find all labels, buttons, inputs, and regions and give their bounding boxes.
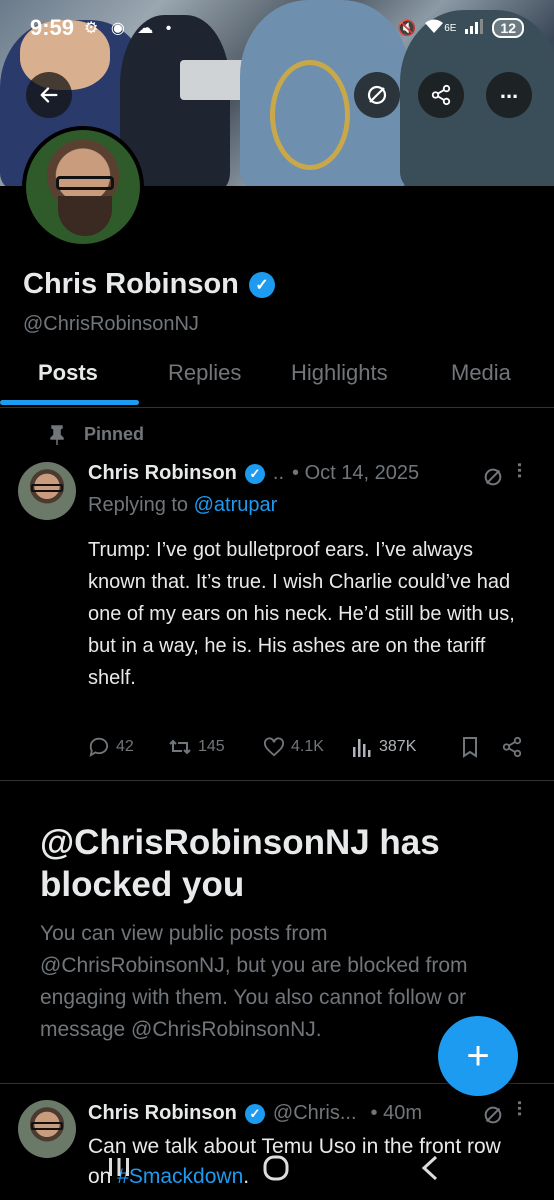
profile-name-text: Chris Robinson xyxy=(23,268,239,300)
tweet-author-name[interactable]: Chris Robinson xyxy=(88,462,237,485)
share-icon xyxy=(502,736,522,758)
tab-media[interactable]: Media xyxy=(451,360,511,386)
grok-icon[interactable] xyxy=(482,1104,504,1131)
replying-to-handle[interactable]: @atrupar xyxy=(194,494,278,516)
profile-name: Chris Robinson ✓ xyxy=(23,268,275,301)
mute-icon: 🔇 xyxy=(397,20,417,37)
verified-badge-icon: ✓ xyxy=(244,463,265,484)
pinned-label: Pinned xyxy=(48,424,144,445)
tweet-header: Chris Robinson ✓ @Chris... • 40m xyxy=(88,1102,422,1125)
notification-icons: ⚙ ◉ ☁ • xyxy=(84,20,176,37)
back-arrow-icon xyxy=(40,87,58,103)
active-tab-indicator xyxy=(0,400,139,405)
grok-icon[interactable] xyxy=(482,466,504,493)
back-nav-icon[interactable] xyxy=(418,1154,442,1189)
replying-to: Replying to @atrupar xyxy=(88,494,278,516)
back-button[interactable] xyxy=(26,72,72,118)
tab-replies[interactable]: Replies xyxy=(168,360,241,386)
heart-icon xyxy=(264,737,284,757)
tweet-text[interactable]: Trump: I’ve got bulletproof ears. I’ve a… xyxy=(88,534,518,694)
status-bar: 9:59 ⚙ ◉ ☁ • 🔇 6E 12 xyxy=(0,0,554,56)
view-count: 387K xyxy=(379,738,417,755)
status-time: 9:59 xyxy=(30,15,75,40)
tweet-more-icon[interactable]: ... xyxy=(513,462,535,479)
reply-count: 42 xyxy=(116,738,134,755)
tab-highlights[interactable]: Highlights xyxy=(291,360,388,386)
tweet-header: Chris Robinson ✓ .. • Oct 14, 2025 xyxy=(88,462,419,485)
plus-icon: + xyxy=(466,1033,490,1078)
wifi-icon xyxy=(424,18,444,38)
profile-avatar[interactable] xyxy=(22,126,144,248)
bookmark-button[interactable] xyxy=(461,736,501,758)
blocked-title: @ChrisRobinsonNJ has blocked you xyxy=(40,823,440,904)
status-right: 🔇 6E 12 xyxy=(397,18,524,38)
signal-icon xyxy=(464,18,484,38)
network-label: 6E xyxy=(444,22,457,34)
more-icon: ... xyxy=(499,78,519,103)
verified-badge-icon: ✓ xyxy=(244,1103,265,1124)
tweet-time[interactable]: • 40m xyxy=(371,1102,422,1125)
home-icon[interactable] xyxy=(262,1154,290,1189)
profile-handle: @ChrisRobinsonNJ xyxy=(23,313,199,335)
share-profile-button[interactable] xyxy=(418,72,464,118)
like-count: 4.1K xyxy=(291,738,324,755)
recent-apps-icon[interactable] xyxy=(106,1154,132,1187)
more-options-button[interactable]: ... xyxy=(486,72,532,118)
tab-posts[interactable]: Posts xyxy=(38,360,98,386)
tweet-author-avatar[interactable] xyxy=(18,462,76,520)
tweet-date[interactable]: • Oct 14, 2025 xyxy=(292,462,419,485)
share-button[interactable] xyxy=(501,736,523,758)
pinned-text: Pinned xyxy=(84,424,145,444)
grok-icon xyxy=(367,85,387,105)
tweet-more-icon[interactable]: ... xyxy=(513,1100,535,1117)
repost-count: 145 xyxy=(198,738,225,755)
repost-button[interactable]: 145 xyxy=(168,737,263,757)
tweet-author-name[interactable]: Chris Robinson xyxy=(88,1102,237,1125)
battery-indicator: 12 xyxy=(492,18,524,38)
bookmark-icon xyxy=(463,737,477,758)
views-chart-icon xyxy=(353,739,371,757)
tweet-author-handle[interactable]: .. xyxy=(273,462,284,485)
system-nav-bar xyxy=(0,1146,554,1200)
divider xyxy=(0,780,554,781)
pin-icon xyxy=(50,424,64,445)
reply-button[interactable]: 42 xyxy=(88,737,168,757)
verified-badge-icon[interactable]: ✓ xyxy=(248,271,275,298)
compose-post-button[interactable]: + xyxy=(438,1016,518,1096)
repost-icon xyxy=(169,739,191,755)
views-button[interactable]: 387K xyxy=(351,737,461,757)
share-icon xyxy=(431,84,451,106)
tweet-actions: 42 145 4.1K 387K xyxy=(88,736,538,758)
blocked-description: You can view public posts from @ChrisRob… xyxy=(40,922,468,1041)
reply-icon xyxy=(89,737,109,757)
tweet-author-handle[interactable]: @Chris... xyxy=(273,1102,357,1125)
grok-button[interactable] xyxy=(354,72,400,118)
like-button[interactable]: 4.1K xyxy=(263,737,351,757)
